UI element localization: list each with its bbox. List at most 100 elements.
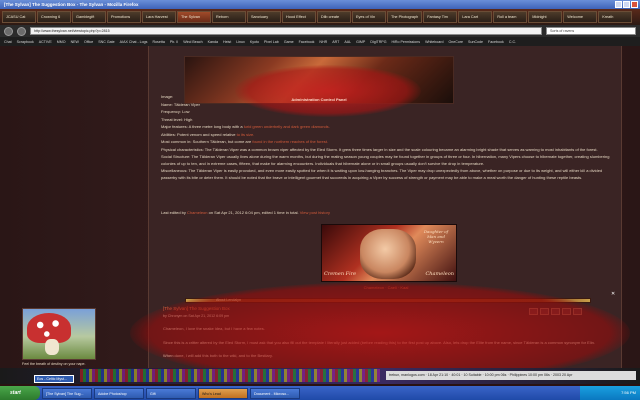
bookmark-item[interactable]: SNC Gate	[98, 40, 114, 44]
view-post-history-link[interactable]: View post history	[300, 210, 330, 215]
page-content: Administration Control Panel Image: Name…	[0, 46, 640, 368]
about-bar: About Lendalyn	[185, 298, 591, 303]
bookmark-item[interactable]: ACTIVE	[39, 40, 52, 44]
bookmark-item[interactable]: Chat	[4, 40, 12, 44]
bookmark-item[interactable]: Game	[284, 40, 294, 44]
browser-tab[interactable]: Eyes of Vin	[352, 11, 386, 23]
bookmark-item[interactable]: DigiTRPG	[370, 40, 386, 44]
close-icon[interactable]: ✕	[611, 291, 615, 297]
edit-button[interactable]	[540, 308, 549, 315]
forward-arrow-icon[interactable]	[17, 26, 26, 36]
bookmark-item[interactable]: C.C.	[509, 40, 516, 44]
browser-tab[interactable]: Lara Cart	[458, 11, 493, 23]
delete-button[interactable]	[551, 308, 560, 315]
maximize-button[interactable]	[623, 1, 630, 8]
bookmark-item[interactable]: NHR	[319, 40, 327, 44]
taskbar-item[interactable]: Gift	[146, 387, 196, 399]
url-bar[interactable]: http://www.thesylvan.net/viewtopic.php?p…	[30, 27, 542, 35]
signature-links[interactable]: Chameleon · Caeli · Kaal	[149, 285, 623, 290]
signature-banner: Daughter of Man and Wyvern Cremen Fire C…	[321, 224, 457, 282]
status-decoration	[80, 369, 380, 382]
quote-button[interactable]	[529, 308, 538, 315]
edited-user-link[interactable]: Chameleon	[187, 210, 207, 215]
browser-tab[interactable]: Fantasy Tim	[423, 11, 458, 23]
bookmark-item[interactable]: Wind Beach	[183, 40, 202, 44]
back-arrow-icon[interactable]	[4, 26, 13, 36]
taskbar-item[interactable]: Adobe Photoshop	[94, 387, 144, 399]
browser-tab[interactable]: The Photograph	[387, 11, 423, 23]
bookmark-item[interactable]: MMO	[57, 40, 66, 44]
bookmark-item[interactable]: Kyoto	[250, 40, 259, 44]
window-titlebar: [The Sylvan] The Suggestion Box - The Sy…	[0, 0, 640, 9]
browser-tab[interactable]: Midnight	[528, 11, 563, 23]
post-line: Miscellaneous: The Tälderan Viper is eas…	[161, 168, 603, 180]
bookmark-item[interactable]: GIMP	[356, 40, 365, 44]
bookmark-item[interactable]: Facebook	[488, 40, 504, 44]
bookmark-item[interactable]: NEW	[71, 40, 79, 44]
reply-paragraph: Chameleon, I love the snake idea, but I …	[163, 326, 265, 331]
post-line: Most common in: Southern Tälderan, but c…	[161, 139, 328, 144]
bookmark-item[interactable]: SunCode	[468, 40, 483, 44]
post-line: Threat level: High	[161, 116, 193, 122]
bookmark-item[interactable]: AIAX Chat - Logs	[120, 40, 148, 44]
tab-strip: JCASU Cat Crowning 6 Gamblegift Promotio…	[0, 9, 640, 25]
avatar	[22, 308, 96, 360]
browser-tab[interactable]: Hood Effect	[282, 11, 316, 23]
bookmark-item[interactable]: Rosetta	[152, 40, 164, 44]
bookmark-item[interactable]: Office	[84, 40, 93, 44]
taskbar: start [The Sylvan] The Sug... Adobe Phot…	[0, 386, 640, 400]
browser-tab[interactable]: Kreath	[598, 11, 633, 23]
bookmark-item[interactable]: Whiteboard	[425, 40, 443, 44]
browser-tab-active[interactable]: The Sylvan	[177, 11, 211, 23]
browser-tab[interactable]: Reborn	[212, 11, 246, 23]
reply-title[interactable]: [The Sylvan] The Suggestion Box	[163, 306, 230, 311]
window-title: [The Sylvan] The Suggestion Box - The Sy…	[4, 2, 139, 7]
reply-paragraph: Since this is a critter altered by the E…	[163, 339, 595, 345]
bookmark-item[interactable]: ART	[332, 40, 339, 44]
taskbar-item-active[interactable]: Who's Lead	[198, 387, 248, 399]
close-button[interactable]	[631, 1, 638, 8]
post-line: Abilities: Potent venom and speed relati…	[161, 131, 255, 137]
reply-byline: by Chronym on Sat Apr 21, 2012 6:09 pm	[163, 314, 230, 318]
post-line: Major features: A three metre long body …	[161, 124, 330, 129]
minimize-button[interactable]	[615, 1, 622, 8]
bookmark-item[interactable]: HiRo Permissions	[392, 40, 421, 44]
avatar-caption: Feel the breath of destiny on your nape.	[22, 362, 86, 366]
bookmark-item[interactable]: Facebook	[299, 40, 315, 44]
browser-tab[interactable]: Dilb create	[317, 11, 351, 23]
browser-tab[interactable]: Lara Harvest	[142, 11, 176, 23]
bookmark-item[interactable]: Pixel Lab	[264, 40, 279, 44]
browser-tab[interactable]: Sanctuary	[247, 11, 281, 23]
search-input[interactable]: Sorts of ravens	[546, 27, 636, 35]
bookmark-item[interactable]: Scrapbook	[17, 40, 34, 44]
post-line: Name: Tälderan Viper	[161, 101, 200, 107]
bookmark-item[interactable]: Pb. II	[170, 40, 178, 44]
browser-tab[interactable]: Gamblegift	[72, 11, 106, 23]
status-bar: trebun, manlogos.com · 18 Apr 21:10 · 40…	[0, 368, 640, 384]
mushroom-avatar-stem	[45, 339, 59, 355]
browser-tab[interactable]: JCASU Cat	[2, 11, 36, 23]
bookmark-item[interactable]: Kanda	[208, 40, 218, 44]
status-text: trebun, manlogos.com · 18 Apr 21:10 · 40…	[386, 371, 636, 380]
bookmark-item[interactable]: Linux	[236, 40, 245, 44]
bookmarks-toolbar: Chat Scrapbook ACTIVE MMO NEW Office SNC…	[0, 37, 640, 46]
bookmark-item[interactable]: OneCore	[448, 40, 463, 44]
browser-tab[interactable]: Roll a team	[493, 11, 528, 23]
browser-tab[interactable]: Welcome	[563, 11, 598, 23]
start-button[interactable]: start	[0, 386, 40, 400]
bookmark-item[interactable]: Heist	[223, 40, 231, 44]
info-button[interactable]	[573, 308, 582, 315]
post-line: Social Structure: The Tälderan Viper usu…	[161, 154, 610, 166]
taskbar-item[interactable]: Document - Microso...	[250, 387, 300, 399]
bookmark-item[interactable]: AAL	[344, 40, 351, 44]
post-line: Physical characteristics: The Tälderan V…	[161, 146, 598, 152]
taskbar-item[interactable]: [The Sylvan] The Sug...	[42, 387, 92, 399]
browser-tab[interactable]: Crowning 6	[37, 11, 71, 23]
browser-tab[interactable]: Promotions	[107, 11, 141, 23]
system-tray-clock: 7:56 PM	[580, 386, 640, 400]
signature-left-text: Cremen Fire	[324, 271, 357, 277]
tooltip[interactable]: Eos - Celtic Myst...	[34, 375, 74, 383]
report-button[interactable]	[562, 308, 571, 315]
forum-panel: Administration Control Panel Image: Name…	[148, 46, 622, 368]
reply-body: Chameleon, I love the snake idea, but I …	[163, 326, 603, 367]
